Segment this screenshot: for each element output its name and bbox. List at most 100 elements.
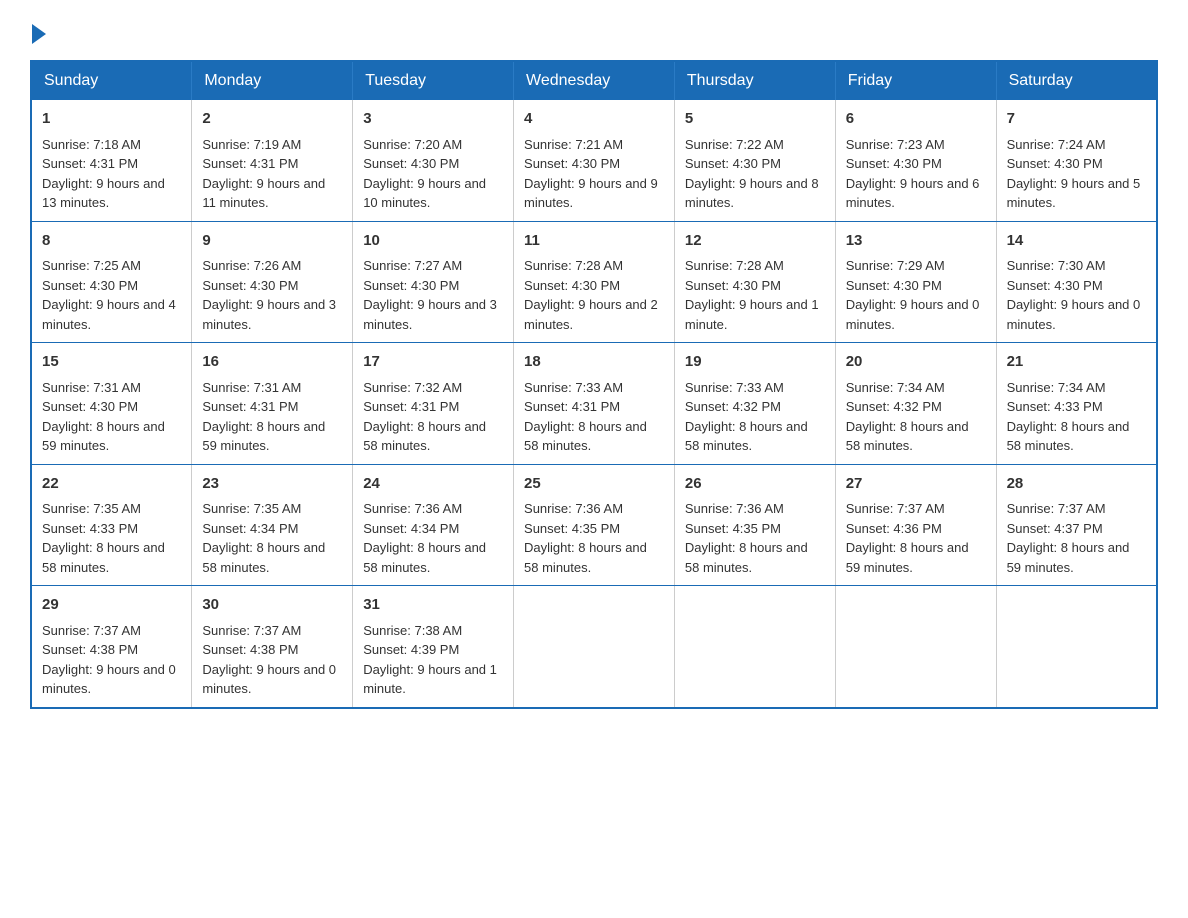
calendar-week-row: 29 Sunrise: 7:37 AM Sunset: 4:38 PM Dayligh… — [31, 586, 1157, 708]
calendar-cell — [835, 586, 996, 708]
calendar-header-friday: Friday — [835, 61, 996, 100]
calendar-cell: 31 Sunrise: 7:38 AM Sunset: 4:39 PM Dayligh… — [353, 586, 514, 708]
calendar-cell: 27Sunrise: 7:37 AMSunset: 4:36 PMDayligh… — [835, 464, 996, 586]
day-number: 19 — [685, 351, 825, 374]
daylight-text: Daylight: 9 hours and 4 minutes. — [42, 297, 176, 332]
sunrise-text: Sunrise: 7:25 AM — [42, 258, 141, 273]
daylight-text: Daylight: 8 hours and 58 minutes. — [363, 419, 486, 454]
sunrise-text: Sunrise: 7:21 AM — [524, 137, 623, 152]
day-number: 31 — [363, 594, 503, 617]
daylight-text: Daylight: 9 hours and 3 minutes. — [202, 297, 336, 332]
daylight-text: Daylight: 9 hours and 8 minutes. — [685, 176, 819, 211]
daylight-text: Daylight: 9 hours and 1 minute. — [363, 662, 497, 697]
calendar-header-saturday: Saturday — [996, 61, 1157, 100]
day-number: 27 — [846, 473, 986, 496]
sunrise-text: Sunrise: 7:35 AM — [202, 501, 301, 516]
sunrise-text: Sunrise: 7:29 AM — [846, 258, 945, 273]
sunset-text: Sunset: 4:33 PM — [42, 521, 138, 536]
calendar-cell: 22Sunrise: 7:35 AMSunset: 4:33 PMDayligh… — [31, 464, 192, 586]
sunset-text: Sunset: 4:33 PM — [1007, 399, 1103, 414]
sunrise-text: Sunrise: 7:31 AM — [42, 380, 141, 395]
sunrise-text: Sunrise: 7:35 AM — [42, 501, 141, 516]
sunset-text: Sunset: 4:39 PM — [363, 642, 459, 657]
sunset-text: Sunset: 4:30 PM — [1007, 156, 1103, 171]
calendar-cell: 20Sunrise: 7:34 AMSunset: 4:32 PMDayligh… — [835, 343, 996, 465]
day-number: 17 — [363, 351, 503, 374]
calendar-cell: 21Sunrise: 7:34 AMSunset: 4:33 PMDayligh… — [996, 343, 1157, 465]
sunrise-text: Sunrise: 7:36 AM — [363, 501, 462, 516]
sunrise-text: Sunrise: 7:33 AM — [524, 380, 623, 395]
sunset-text: Sunset: 4:30 PM — [202, 278, 298, 293]
day-number: 28 — [1007, 473, 1146, 496]
sunrise-text: Sunrise: 7:37 AM — [42, 623, 141, 638]
day-number: 7 — [1007, 108, 1146, 131]
sunset-text: Sunset: 4:30 PM — [846, 278, 942, 293]
sunset-text: Sunset: 4:30 PM — [685, 278, 781, 293]
sunset-text: Sunset: 4:38 PM — [42, 642, 138, 657]
sunrise-text: Sunrise: 7:38 AM — [363, 623, 462, 638]
daylight-text: Daylight: 9 hours and 3 minutes. — [363, 297, 497, 332]
sunset-text: Sunset: 4:35 PM — [685, 521, 781, 536]
sunrise-text: Sunrise: 7:19 AM — [202, 137, 301, 152]
sunset-text: Sunset: 4:32 PM — [846, 399, 942, 414]
day-number: 8 — [42, 230, 181, 253]
calendar-cell: 15 Sunrise: 7:31 AM Sunset: 4:30 PM Dayligh… — [31, 343, 192, 465]
calendar-header-thursday: Thursday — [674, 61, 835, 100]
sunset-text: Sunset: 4:38 PM — [202, 642, 298, 657]
daylight-text: Daylight: 8 hours and 59 minutes. — [846, 540, 969, 575]
sunrise-text: Sunrise: 7:34 AM — [1007, 380, 1106, 395]
daylight-text: Daylight: 8 hours and 59 minutes. — [42, 419, 165, 454]
sunset-text: Sunset: 4:31 PM — [524, 399, 620, 414]
sunset-text: Sunset: 4:30 PM — [524, 156, 620, 171]
sunrise-text: Sunrise: 7:36 AM — [685, 501, 784, 516]
day-number: 15 — [42, 351, 181, 374]
daylight-text: Daylight: 9 hours and 0 minutes. — [1007, 297, 1141, 332]
calendar-cell: 24Sunrise: 7:36 AMSunset: 4:34 PMDayligh… — [353, 464, 514, 586]
sunrise-text: Sunrise: 7:37 AM — [846, 501, 945, 516]
daylight-text: Daylight: 9 hours and 6 minutes. — [846, 176, 980, 211]
day-number: 9 — [202, 230, 342, 253]
calendar-cell: 9Sunrise: 7:26 AMSunset: 4:30 PMDaylight… — [192, 221, 353, 343]
daylight-text: Daylight: 9 hours and 9 minutes. — [524, 176, 658, 211]
sunset-text: Sunset: 4:34 PM — [363, 521, 459, 536]
calendar-week-row: 15 Sunrise: 7:31 AM Sunset: 4:30 PM Dayligh… — [31, 343, 1157, 465]
daylight-text: Daylight: 9 hours and 10 minutes. — [363, 176, 486, 211]
day-number: 18 — [524, 351, 664, 374]
calendar-cell — [674, 586, 835, 708]
sunrise-text: Sunrise: 7:34 AM — [846, 380, 945, 395]
calendar-cell: 2 Sunrise: 7:19 AM Sunset: 4:31 PM Daylight… — [192, 100, 353, 221]
day-number: 2 — [202, 108, 342, 131]
daylight-text: Daylight: 8 hours and 58 minutes. — [685, 540, 808, 575]
day-number: 29 — [42, 594, 181, 617]
calendar-cell: 16Sunrise: 7:31 AMSunset: 4:31 PMDayligh… — [192, 343, 353, 465]
daylight-text: Daylight: 8 hours and 58 minutes. — [42, 540, 165, 575]
calendar-cell: 28Sunrise: 7:37 AMSunset: 4:37 PMDayligh… — [996, 464, 1157, 586]
sunrise-text: Sunrise: 7:28 AM — [524, 258, 623, 273]
daylight-text: Daylight: 8 hours and 59 minutes. — [202, 419, 325, 454]
day-number: 4 — [524, 108, 664, 131]
day-number: 3 — [363, 108, 503, 131]
daylight-text: Daylight: 8 hours and 58 minutes. — [524, 540, 647, 575]
calendar-week-row: 22Sunrise: 7:35 AMSunset: 4:33 PMDayligh… — [31, 464, 1157, 586]
logo-arrow-icon — [32, 24, 46, 44]
day-number: 20 — [846, 351, 986, 374]
calendar-cell — [514, 586, 675, 708]
sunset-text: Sunset: 4:30 PM — [42, 399, 138, 414]
daylight-text: Daylight: 8 hours and 58 minutes. — [685, 419, 808, 454]
sunset-text: Sunset: 4:31 PM — [202, 156, 298, 171]
daylight-text: Daylight: 8 hours and 58 minutes. — [363, 540, 486, 575]
daylight-text: Daylight: 8 hours and 58 minutes. — [524, 419, 647, 454]
sunrise-text: Sunrise: 7:28 AM — [685, 258, 784, 273]
daylight-text: Daylight: 9 hours and 11 minutes. — [202, 176, 325, 211]
calendar-table: SundayMondayTuesdayWednesdayThursdayFrid… — [30, 60, 1158, 709]
daylight-text: Daylight: 9 hours and 0 minutes. — [202, 662, 336, 697]
calendar-cell: 13Sunrise: 7:29 AMSunset: 4:30 PMDayligh… — [835, 221, 996, 343]
sunset-text: Sunset: 4:37 PM — [1007, 521, 1103, 536]
sunset-text: Sunset: 4:35 PM — [524, 521, 620, 536]
calendar-cell: 14Sunrise: 7:30 AMSunset: 4:30 PMDayligh… — [996, 221, 1157, 343]
daylight-text: Daylight: 9 hours and 1 minute. — [685, 297, 819, 332]
day-number: 14 — [1007, 230, 1146, 253]
day-number: 1 — [42, 108, 181, 131]
calendar-cell: 29Sunrise: 7:37 AMSunset: 4:38 PMDayligh… — [31, 586, 192, 708]
calendar-cell: 7Sunrise: 7:24 AMSunset: 4:30 PMDaylight… — [996, 100, 1157, 221]
